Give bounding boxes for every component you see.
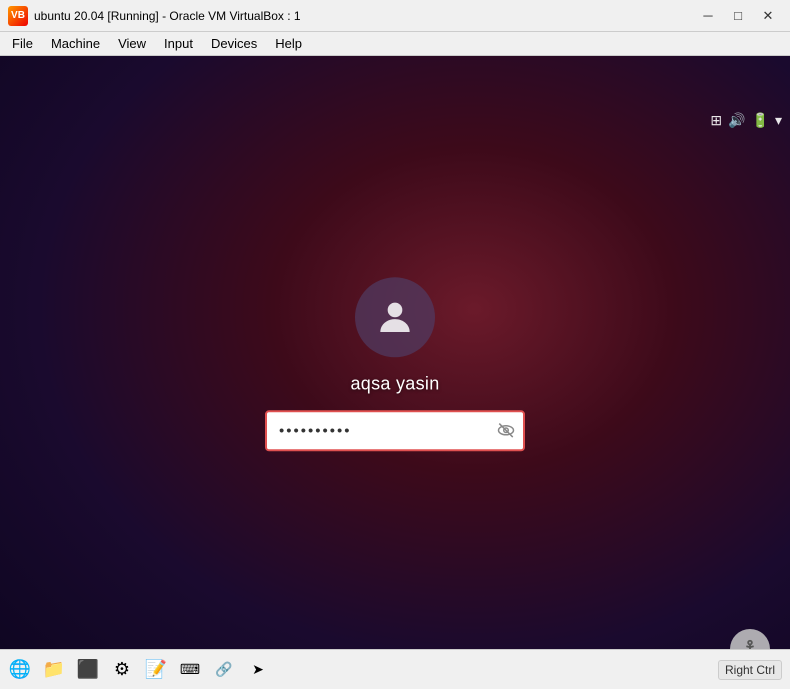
taskbar-icon-folder[interactable]: 📁 xyxy=(38,654,70,686)
battery-icon[interactable]: 🔋 xyxy=(752,112,769,129)
avatar xyxy=(355,277,435,357)
taskbar-icon-terminal[interactable]: ⬛ xyxy=(72,654,104,686)
menu-devices[interactable]: Devices xyxy=(203,34,265,53)
title-bar: VB ubuntu 20.04 [Running] - Oracle VM Vi… xyxy=(0,0,790,32)
taskbar-left: 🌐 📁 ⬛ ⚙ 📝 ⌨ 🔗 ➤ xyxy=(4,654,274,686)
network-icon[interactable]: ⊞ xyxy=(710,112,722,129)
minimize-button[interactable]: ─ xyxy=(694,5,722,27)
right-ctrl-label: Right Ctrl xyxy=(718,660,782,680)
volume-icon[interactable]: 🔊 xyxy=(728,112,745,129)
menu-machine[interactable]: Machine xyxy=(43,34,108,53)
taskbar-icon-network2[interactable]: 🔗 xyxy=(208,654,240,686)
menu-view[interactable]: View xyxy=(110,34,154,53)
menu-bar: File Machine View Input Devices Help xyxy=(0,32,790,56)
eye-icon xyxy=(497,421,515,439)
window-controls: ─ □ ✕ xyxy=(694,5,782,27)
user-avatar-icon xyxy=(373,295,417,339)
taskbar-icon-arrow[interactable]: ➤ xyxy=(242,654,274,686)
password-toggle-button[interactable] xyxy=(497,421,515,439)
menu-input[interactable]: Input xyxy=(156,34,201,53)
username-label: aqsa yasin xyxy=(350,373,439,394)
taskbar-right: Right Ctrl xyxy=(718,660,786,680)
login-container: aqsa yasin xyxy=(265,277,525,451)
taskbar-icon-settings[interactable]: ⚙ xyxy=(106,654,138,686)
menu-help[interactable]: Help xyxy=(267,34,310,53)
vm-display[interactable]: ⊞ 🔊 🔋 ▾ aqsa yasin xyxy=(0,56,790,689)
chevron-down-icon[interactable]: ▾ xyxy=(775,112,782,129)
titlebar-left: VB ubuntu 20.04 [Running] - Oracle VM Vi… xyxy=(8,6,301,26)
taskbar-icon-globe[interactable]: 🌐 xyxy=(4,654,36,686)
menu-file[interactable]: File xyxy=(4,34,41,53)
taskbar-icon-text[interactable]: 📝 xyxy=(140,654,172,686)
taskbar: 🌐 📁 ⬛ ⚙ 📝 ⌨ 🔗 ➤ Right Ctrl xyxy=(0,649,790,689)
taskbar-icon-keyboard[interactable]: ⌨ xyxy=(174,654,206,686)
maximize-button[interactable]: □ xyxy=(724,5,752,27)
password-container xyxy=(265,410,525,451)
status-bar-top: ⊞ 🔊 🔋 ▾ xyxy=(710,112,782,129)
password-input[interactable] xyxy=(265,410,525,451)
window-title: ubuntu 20.04 [Running] - Oracle VM Virtu… xyxy=(34,9,301,23)
app-icon: VB xyxy=(8,6,28,26)
close-button[interactable]: ✕ xyxy=(754,5,782,27)
